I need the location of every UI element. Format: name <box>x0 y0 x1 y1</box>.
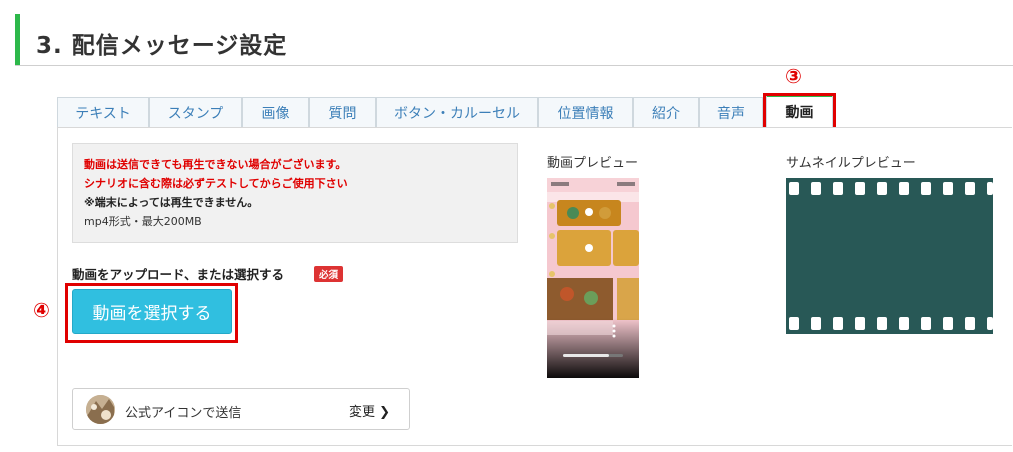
sender-selector[interactable]: 公式アイコンで送信 変更 ❯ <box>72 388 410 430</box>
video-preview-label: 動画プレビュー <box>547 156 639 171</box>
tab-question[interactable]: 質問 <box>309 97 376 127</box>
title-divider <box>15 65 1013 66</box>
tab-text[interactable]: テキスト <box>57 97 149 127</box>
required-badge: 必須 <box>314 266 344 282</box>
notice-format: mp4形式・最大200MB <box>84 215 202 228</box>
avatar <box>86 395 115 424</box>
tab-location[interactable]: 位置情報 <box>538 97 633 127</box>
play-icon <box>585 208 593 216</box>
annotation-marker-3: ③ <box>785 64 802 88</box>
sender-label: 公式アイコンで送信 <box>125 406 242 421</box>
change-label: 変更 <box>349 405 376 420</box>
thumbnail-preview-label: サムネイルプレビュー <box>786 156 916 171</box>
tab-button-carousel[interactable]: ボタン・カルーセル <box>376 97 538 127</box>
tab-introduction[interactable]: 紹介 <box>633 97 699 127</box>
page-title: 3. 配信メッセージ設定 <box>36 33 288 59</box>
tab-audio[interactable]: 音声 <box>699 97 763 127</box>
select-video-button[interactable]: 動画を選択する <box>72 289 232 334</box>
change-sender-link[interactable]: 変更 ❯ <box>349 401 390 420</box>
notice-warning-1: 動画は送信できても再生できない場合がございます。 <box>84 158 347 171</box>
annotation-marker-4: ④ <box>33 298 50 322</box>
upload-label: 動画をアップロード、または選択する <box>72 267 285 282</box>
section-accent-bar <box>15 14 20 66</box>
tab-image[interactable]: 画像 <box>242 97 309 127</box>
notice-device-note: ※端末によっては再生できません。 <box>84 196 259 209</box>
thumbnail-preview <box>786 178 993 334</box>
tab-stamp[interactable]: スタンプ <box>149 97 242 127</box>
notice-warning-2: シナリオに含む際は必ずテストしてからご使用下さい <box>84 177 348 190</box>
video-notice-box: 動画は送信できても再生できない場合がございます。 シナリオに含む際は必ずテストし… <box>72 143 518 243</box>
chevron-right-icon: ❯ <box>379 405 391 420</box>
video-preview <box>547 178 639 378</box>
